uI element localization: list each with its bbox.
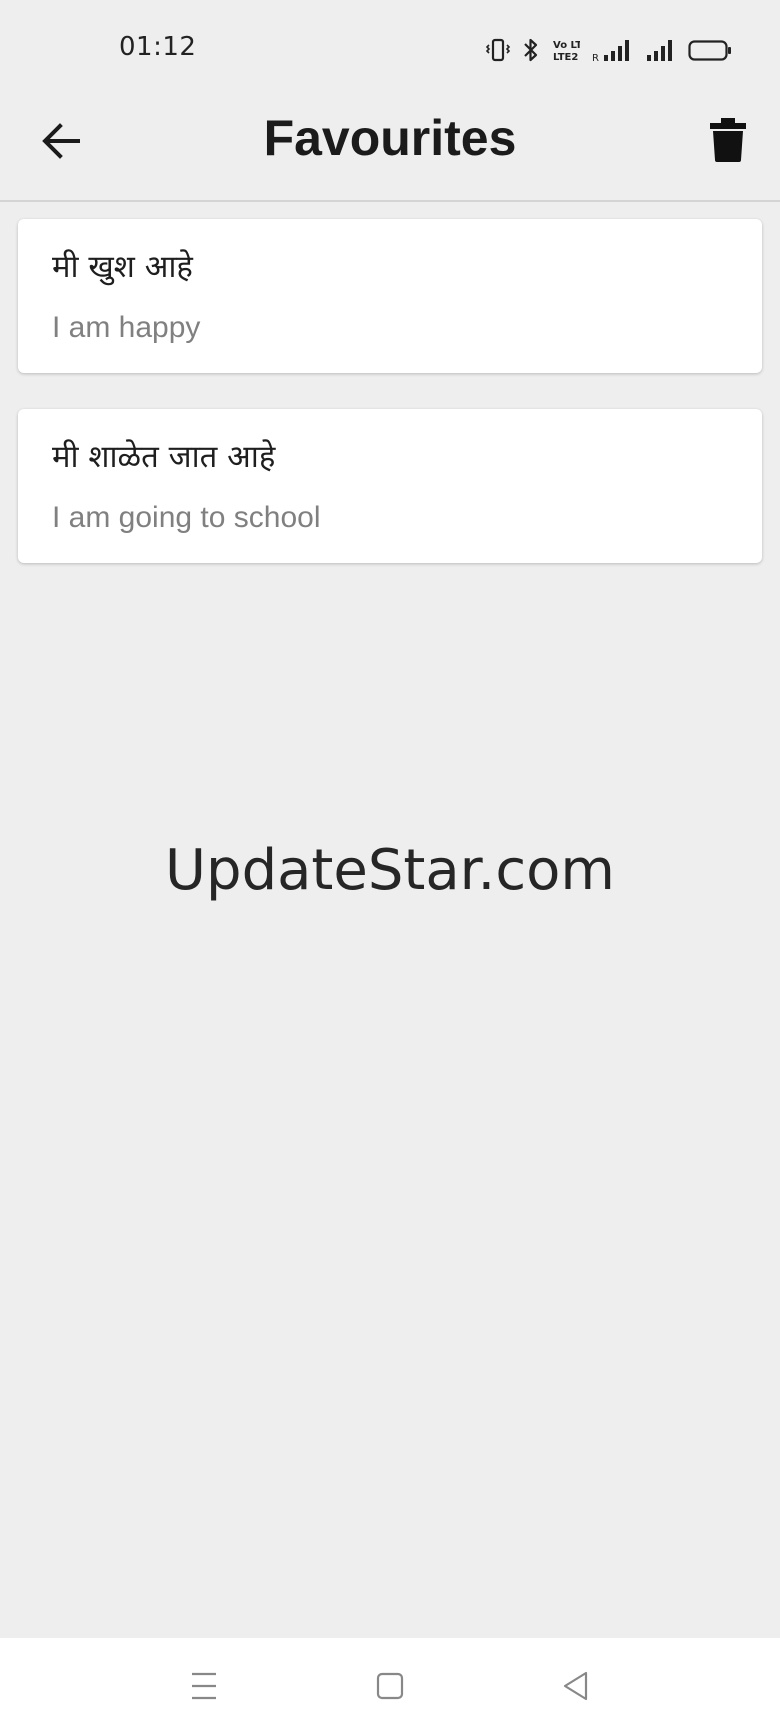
volte-icon: Vo LTE2 LTE2 — [553, 40, 580, 63]
back-triangle-icon — [563, 1671, 588, 1701]
delete-all-button[interactable] — [709, 117, 747, 163]
home-button[interactable] — [370, 1666, 410, 1706]
signal-icon — [647, 40, 672, 61]
favourite-marathi-text: मी शाळेत जात आहे — [52, 439, 276, 475]
page-title: Favourites — [263, 110, 517, 166]
home-square-icon — [376, 1672, 404, 1700]
roaming-text: R — [592, 53, 599, 63]
battery-icon — [688, 40, 731, 61]
favourite-english-text: I am happy — [52, 311, 201, 344]
recent-apps-button[interactable] — [184, 1666, 224, 1706]
status-time: 01:12 — [119, 32, 197, 62]
vibrate-icon — [486, 38, 510, 62]
favourite-card[interactable]: मी शाळेत जात आहे I am going to school — [18, 409, 762, 563]
favourite-english-text: I am going to school — [52, 501, 321, 534]
system-back-button[interactable] — [556, 1666, 596, 1706]
watermark: UpdateStar.com — [165, 838, 615, 903]
status-bar: 01:12 Vo LTE2 LTE2 R — [0, 0, 780, 98]
trash-icon — [710, 118, 746, 162]
svg-text:LTE2: LTE2 — [553, 52, 578, 63]
volte-text: Vo LTE2 — [553, 40, 580, 51]
signal-roaming-icon: R — [592, 40, 629, 63]
favourite-card[interactable]: मी खुश आहे I am happy — [18, 219, 762, 373]
menu-icon — [192, 1672, 216, 1700]
bluetooth-icon — [524, 38, 538, 62]
status-icons: Vo LTE2 LTE2 R — [486, 36, 732, 64]
favourite-marathi-text: मी खुश आहे — [52, 249, 193, 285]
